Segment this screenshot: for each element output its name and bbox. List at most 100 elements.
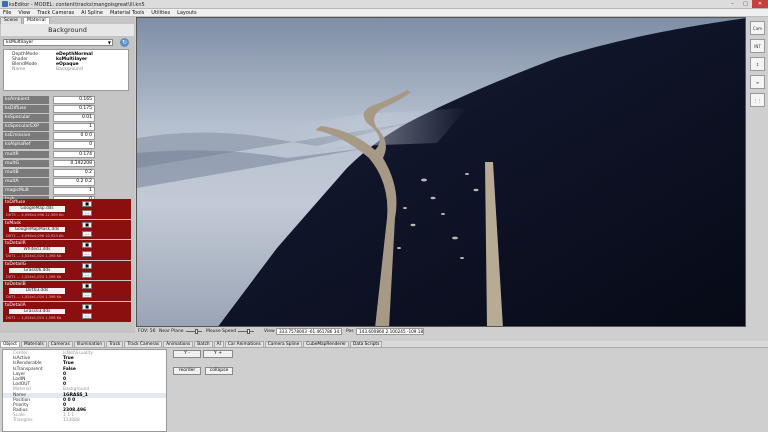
slider-knob[interactable] <box>195 329 198 334</box>
menu-utilities[interactable]: Utilities <box>151 10 170 16</box>
transform-icon[interactable]: ↕ <box>750 57 765 71</box>
reorder-button[interactable]: reorder <box>173 367 201 375</box>
texture-file-field[interactable]: Grass03.dds <box>9 308 65 315</box>
editor-window: ksEditor - MODEL: content\tracks\mangois… <box>0 0 768 432</box>
tab-ai[interactable]: AI <box>213 341 224 347</box>
view-label: View <box>264 329 275 334</box>
minimize-button[interactable]: – <box>726 0 739 8</box>
refresh-icon[interactable]: ↻ <box>120 38 129 47</box>
param-row: multB 0.2 <box>3 168 131 177</box>
tab-material[interactable]: Material <box>23 17 50 24</box>
texture-file-field[interactable]: Whited1.dds <box>9 247 65 253</box>
param-label: multB <box>3 168 49 177</box>
texture-browse-button[interactable]: ... <box>82 230 92 237</box>
texture-file-field[interactable]: GoogleMapMask.dds <box>9 226 65 233</box>
texture-view-button[interactable]: ■ <box>82 201 92 207</box>
layers-icon[interactable]: ≡ <box>750 75 765 89</box>
param-value-field[interactable]: 0.2 <box>53 168 95 177</box>
texture-browse-button[interactable]: ... <box>82 210 92 216</box>
scene-render <box>137 18 745 326</box>
bottom-tabs: Object Materials Cameras Illumination Track T… <box>0 341 768 348</box>
param-value-field[interactable]: 0.192208 <box>53 159 95 168</box>
param-value-field[interactable]: 1 <box>53 186 95 195</box>
inspector-value: 113088 <box>63 418 80 424</box>
menu-bar: File View Track Cameras AI Spline Materi… <box>0 9 768 17</box>
tab-scene[interactable]: Scene <box>0 17 23 24</box>
pos-label: Pos <box>346 329 354 334</box>
tab-batch[interactable]: Batch <box>194 341 213 347</box>
param-label: ksSpecular <box>3 114 49 122</box>
material-properties-box: DepthMode eDepthNormal Shader ksMultilayer… <box>3 49 129 91</box>
param-value-field[interactable]: 0.175 <box>53 105 95 113</box>
view-field[interactable]: 333.7578003 -61.461786 34.9472908 <box>276 328 342 335</box>
y-minus-button[interactable]: Y - <box>173 350 201 358</box>
texture-file-field[interactable]: Grass06.dds <box>9 267 65 274</box>
tab-materials[interactable]: Materials <box>21 341 47 347</box>
param-label: magicMult <box>3 186 49 195</box>
menu-material-tools[interactable]: Material Tools <box>110 10 144 16</box>
menu-ai-spline[interactable]: AI Spline <box>81 10 103 16</box>
title-bar: ksEditor - MODEL: content\tracks\mangois… <box>0 0 768 9</box>
tab-object[interactable]: Object <box>0 341 20 347</box>
param-value-field[interactable]: 0.165 <box>53 96 95 104</box>
param-value-field[interactable]: 0.01 <box>53 114 95 122</box>
texture-view-button[interactable]: ■ <box>82 221 92 228</box>
int-toggle-icon[interactable]: INT <box>750 39 765 53</box>
tab-cubemaprenderer[interactable]: CubeMapRenderer <box>303 341 350 347</box>
param-row: ksDiffuse 0.175 <box>3 105 131 113</box>
inspector-row[interactable]: Triangles 113088 <box>3 418 166 423</box>
texture-browse-button[interactable]: ... <box>82 251 92 258</box>
grid-icon[interactable]: ⋮⋮ <box>750 93 765 107</box>
collapse-button[interactable]: collapse <box>205 367 233 375</box>
texture-info: DXT1 ... 1,024x1,024 1,398 Kb <box>6 295 62 300</box>
texture-slot: txDetailB Dirt03.dds DXT1 ... 1,024x1,024 … <box>3 281 131 301</box>
tab-illumination[interactable]: Illumination <box>73 341 106 347</box>
tab-camera-spline[interactable]: Camera Spline <box>264 341 303 347</box>
y-plus-button[interactable]: Y + <box>203 350 233 358</box>
tab-data-scripts[interactable]: Data Scripts <box>350 341 383 347</box>
texture-slot-name: txDiffuse <box>5 200 26 205</box>
camera-film-icon[interactable]: Cam <box>750 21 765 35</box>
menu-file[interactable]: File <box>3 10 11 16</box>
texture-view-button[interactable]: ■ <box>82 283 92 290</box>
tab-cameras[interactable]: Cameras <box>47 341 73 347</box>
param-value-field[interactable]: 0.2 0.2 <box>53 177 95 186</box>
tab-track-cameras[interactable]: Track Cameras <box>124 341 163 347</box>
texture-slot: txDetailG Grass06.dds DXT1 ... 1,024x1,024… <box>3 260 131 281</box>
param-value-field[interactable]: 0.174 <box>53 150 95 159</box>
menu-layouts[interactable]: Layouts <box>177 10 197 16</box>
near-plane-label: Near Plane <box>159 329 184 334</box>
param-value-field[interactable]: 0 <box>53 141 95 150</box>
tab-car-animations[interactable]: Car Animations <box>224 341 264 347</box>
near-plane-slider[interactable] <box>186 329 202 334</box>
mouse-speed-slider[interactable] <box>238 329 254 334</box>
texture-slot-name: txMask <box>5 220 22 226</box>
property-value: Background <box>56 67 83 72</box>
slider-knob[interactable] <box>247 329 250 334</box>
texture-file-field[interactable]: GoogleMap.dds <box>9 206 65 212</box>
texture-browse-button[interactable]: ... <box>82 312 92 319</box>
texture-view-button[interactable]: ■ <box>82 303 92 310</box>
param-value-field[interactable]: 0 0 0 <box>53 132 95 141</box>
menu-view[interactable]: View <box>18 10 30 16</box>
texture-browse-button[interactable]: ... <box>82 292 92 299</box>
material-name-header: Background <box>1 24 134 36</box>
texture-view-button[interactable]: ■ <box>82 262 92 269</box>
close-button[interactable]: ✕ <box>752 0 768 8</box>
param-row: ksAlphaRef 0 <box>3 141 131 150</box>
param-row: magicMult 1 <box>3 186 131 195</box>
shader-select-value: ksMultilayer <box>6 40 34 45</box>
texture-view-button[interactable]: ■ <box>82 242 92 249</box>
maximize-button[interactable]: □ <box>739 0 752 8</box>
texture-slot-name: txDetailR <box>5 241 26 247</box>
param-value-field[interactable]: 1 <box>53 123 95 132</box>
tab-track[interactable]: Track <box>106 341 124 347</box>
texture-browse-button[interactable]: ... <box>82 271 92 278</box>
texture-file-field[interactable]: Dirt03.dds <box>9 288 65 294</box>
shader-select[interactable]: ksMultilayer ▼ <box>3 39 113 46</box>
menu-track-cameras[interactable]: Track Cameras <box>37 10 74 16</box>
pos-field[interactable]: 143.600860 2.100245 -109.180902 <box>356 328 424 335</box>
texture-slots-list: txDiffuse GoogleMap.dds DXT5 ... 4,096x4,0… <box>3 199 131 322</box>
tab-animations[interactable]: Animations <box>163 341 194 347</box>
3d-viewport[interactable] <box>136 17 746 327</box>
